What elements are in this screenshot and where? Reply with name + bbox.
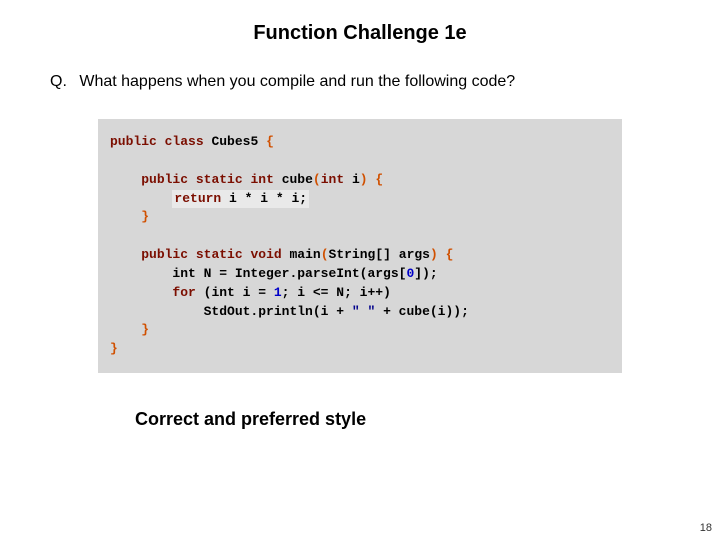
brace-open3: { [446, 247, 454, 262]
kw-class: class [165, 134, 204, 149]
for-head-a: (int i = [204, 285, 274, 300]
kw-static2: static [196, 247, 243, 262]
string-array: String[] [329, 247, 391, 262]
paren-close2: ) [430, 247, 438, 262]
brace-close3: } [110, 341, 118, 356]
return-highlight: return i * i * i; [172, 190, 309, 209]
tp-void: void [250, 247, 281, 262]
print-a: StdOut.println(i + [204, 304, 352, 319]
answer-text: Correct and preferred style [135, 409, 720, 430]
kw-public2: public [141, 172, 188, 187]
question-prefix: Q. [50, 73, 67, 90]
fn-cube: cube [282, 172, 313, 187]
for-head-b: ; i <= N; i++) [282, 285, 391, 300]
str-space: " " [352, 304, 375, 319]
kw-static: static [196, 172, 243, 187]
slide: Function Challenge 1e Q. What happens wh… [0, 0, 720, 540]
line-n-b: ]); [414, 266, 437, 281]
page-number: 18 [700, 522, 712, 534]
return-expr: i * i * i; [229, 191, 307, 206]
paren-open2: ( [321, 247, 329, 262]
code-block: public class Cubes5 { public static int … [98, 119, 622, 373]
fn-main: main [290, 247, 321, 262]
paren-open: ( [313, 172, 321, 187]
brace-open2: { [375, 172, 383, 187]
tp-int: int [250, 172, 273, 187]
param-int: int [321, 172, 344, 187]
param-i: i [352, 172, 360, 187]
question-line: Q. What happens when you compile and run… [0, 45, 720, 91]
paren-close: ) [360, 172, 368, 187]
brace-open: { [266, 134, 274, 149]
kw-for: for [172, 285, 195, 300]
args: args [399, 247, 430, 262]
kw-public: public [110, 134, 157, 149]
class-name: Cubes5 [211, 134, 258, 149]
brace-close: } [141, 209, 149, 224]
slide-title: Function Challenge 1e [0, 0, 720, 45]
line-n-a: int N = Integer.parseInt(args[ [172, 266, 406, 281]
num-one: 1 [274, 285, 282, 300]
question-text: What happens when you compile and run th… [79, 73, 515, 90]
print-b: + cube(i)); [375, 304, 469, 319]
kw-public3: public [141, 247, 188, 262]
brace-close2: } [141, 322, 149, 337]
kw-return: return [174, 191, 221, 206]
